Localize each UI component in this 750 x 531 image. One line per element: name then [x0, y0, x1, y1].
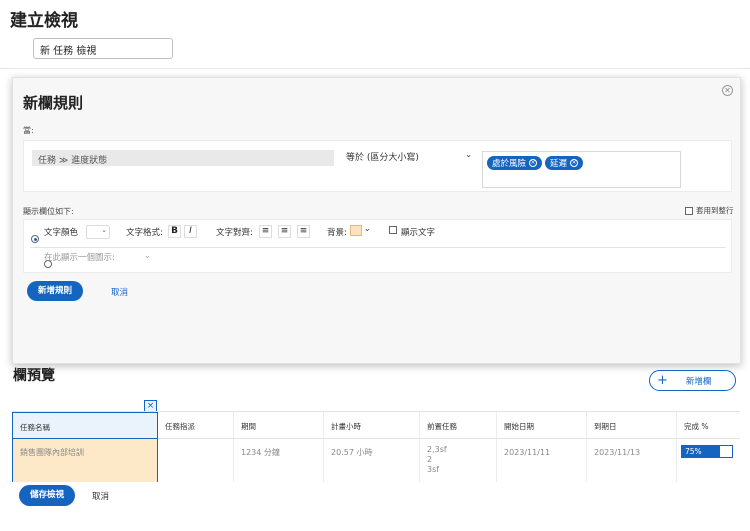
text-align-label: 文字對齊: — [216, 228, 253, 238]
column-header-assignment[interactable]: 任務指派 — [158, 412, 234, 439]
value-chip-late[interactable]: 延遲 × — [545, 156, 584, 170]
cell-duration: 1234 分鐘 — [234, 439, 324, 482]
cancel-button[interactable]: 取消 — [92, 490, 109, 502]
progress-bar: 75% — [681, 445, 733, 458]
cell-start-date: 2023/11/11 — [497, 439, 587, 482]
column-header-percent-complete[interactable]: 完成 % — [677, 412, 740, 439]
cell-predecessors: 2,3sf 2 3sf — [420, 439, 497, 482]
cancel-rule-link[interactable]: 取消 — [111, 286, 128, 298]
text-color-label: 文字顏色 — [44, 228, 79, 238]
display-label: 顯示欄位如下: — [23, 207, 74, 216]
options-divider — [30, 247, 726, 248]
cell-assignment — [158, 439, 234, 482]
column-header-due-date[interactable]: 到期日 — [587, 412, 677, 439]
italic-button[interactable]: I — [184, 225, 197, 238]
header-divider — [0, 68, 750, 69]
bold-button[interactable]: B — [168, 225, 181, 238]
radio-text-color[interactable] — [31, 235, 39, 243]
column-header-task-name[interactable]: 任務名稱 — [12, 412, 158, 439]
text-format-label: 文字格式: — [126, 228, 163, 238]
page-title: 建立檢視 — [10, 11, 78, 31]
predecessor-item: 2 — [427, 455, 433, 464]
panel-title: 新欄規則 — [23, 94, 84, 112]
chevron-down-icon[interactable]: ⌄ — [144, 251, 151, 260]
align-right-icon[interactable]: ≡ — [297, 225, 310, 238]
cell-planned-hours: 20.57 小時 — [324, 439, 420, 482]
operator-select[interactable]: 等於 (區分大小寫) ⌄ — [346, 150, 472, 165]
cell-due-date: 2023/11/13 — [587, 439, 677, 482]
background-label: 背景: — [327, 228, 347, 238]
add-rule-button[interactable]: 新增規則 — [27, 281, 83, 301]
chevron-down-icon[interactable]: ⌄ — [364, 224, 371, 233]
align-center-icon[interactable]: ≡ — [278, 225, 291, 238]
value-chip-at-risk[interactable]: 處於風險 × — [487, 156, 543, 170]
condition-box: 任務 ≫ 進度狀態 等於 (區分大小寫) ⌄ 處於風險 × 延遲 × — [23, 140, 732, 192]
plus-icon: + — [657, 373, 668, 388]
cell-percent-complete: 75% — [677, 439, 740, 482]
show-text-checkbox[interactable] — [389, 226, 397, 234]
operator-value: 等於 (區分大小寫) — [346, 153, 419, 163]
background-color-swatch[interactable] — [350, 225, 362, 236]
text-color-select[interactable]: ⌄ — [86, 225, 110, 239]
align-left-icon[interactable]: ≡ — [259, 225, 272, 238]
remove-chip-icon[interactable]: × — [529, 159, 538, 167]
column-header-duration[interactable]: 期間 — [234, 412, 324, 439]
new-column-rule-panel: 新欄規則 ✕ 當: 任務 ≫ 進度狀態 等於 (區分大小寫) ⌄ 處於風險 × … — [12, 77, 741, 364]
save-view-button[interactable]: 儲存檢視 — [19, 485, 75, 506]
apply-to-row-label: 套用到整行 — [696, 206, 734, 215]
checkbox-icon[interactable] — [685, 206, 693, 215]
apply-to-row-checkbox[interactable]: 套用到整行 — [685, 205, 734, 216]
field-path[interactable]: 任務 ≫ 進度狀態 — [32, 150, 334, 166]
chevron-down-icon: ⌄ — [465, 150, 472, 159]
value-chip-label: 處於風險 — [492, 159, 527, 169]
column-header-planned-hours[interactable]: 計畫小時 — [324, 412, 420, 439]
display-options: 文字顏色 ⌄ 文字格式: B I 文字對齊: ≡ ≡ ≡ 背景: ⌄ 顯示文字 … — [23, 219, 732, 273]
new-column-button[interactable]: + 新增欄 — [649, 370, 736, 391]
predecessor-item: 3sf — [427, 465, 440, 474]
view-name-input[interactable]: 新 任務 檢視 — [33, 38, 173, 59]
when-label: 當: — [23, 126, 34, 135]
value-chip-label: 延遲 — [550, 159, 568, 169]
column-header-start-date[interactable]: 開始日期 — [497, 412, 587, 439]
remove-chip-icon[interactable]: × — [570, 159, 579, 167]
preview-grid: 任務名稱 任務指派 期間 計畫小時 前置任務 開始日期 到期日 完成 % 銷售團… — [12, 411, 740, 482]
cell-task-name: 銷售團隊內部培訓 — [12, 439, 158, 482]
predecessor-item: 2,3sf — [427, 445, 447, 454]
column-preview-title: 欄預覽 — [13, 368, 55, 384]
progress-label: 75% — [685, 447, 702, 456]
column-header-predecessors[interactable]: 前置任務 — [420, 412, 497, 439]
values-input[interactable]: 處於風險 × 延遲 × — [482, 151, 681, 188]
close-icon[interactable]: ✕ — [722, 85, 733, 96]
show-text-label: 顯示文字 — [401, 228, 436, 238]
new-column-label: 新增欄 — [685, 376, 712, 387]
show-icon-label: 在此顯示一個圖示: — [44, 253, 115, 263]
